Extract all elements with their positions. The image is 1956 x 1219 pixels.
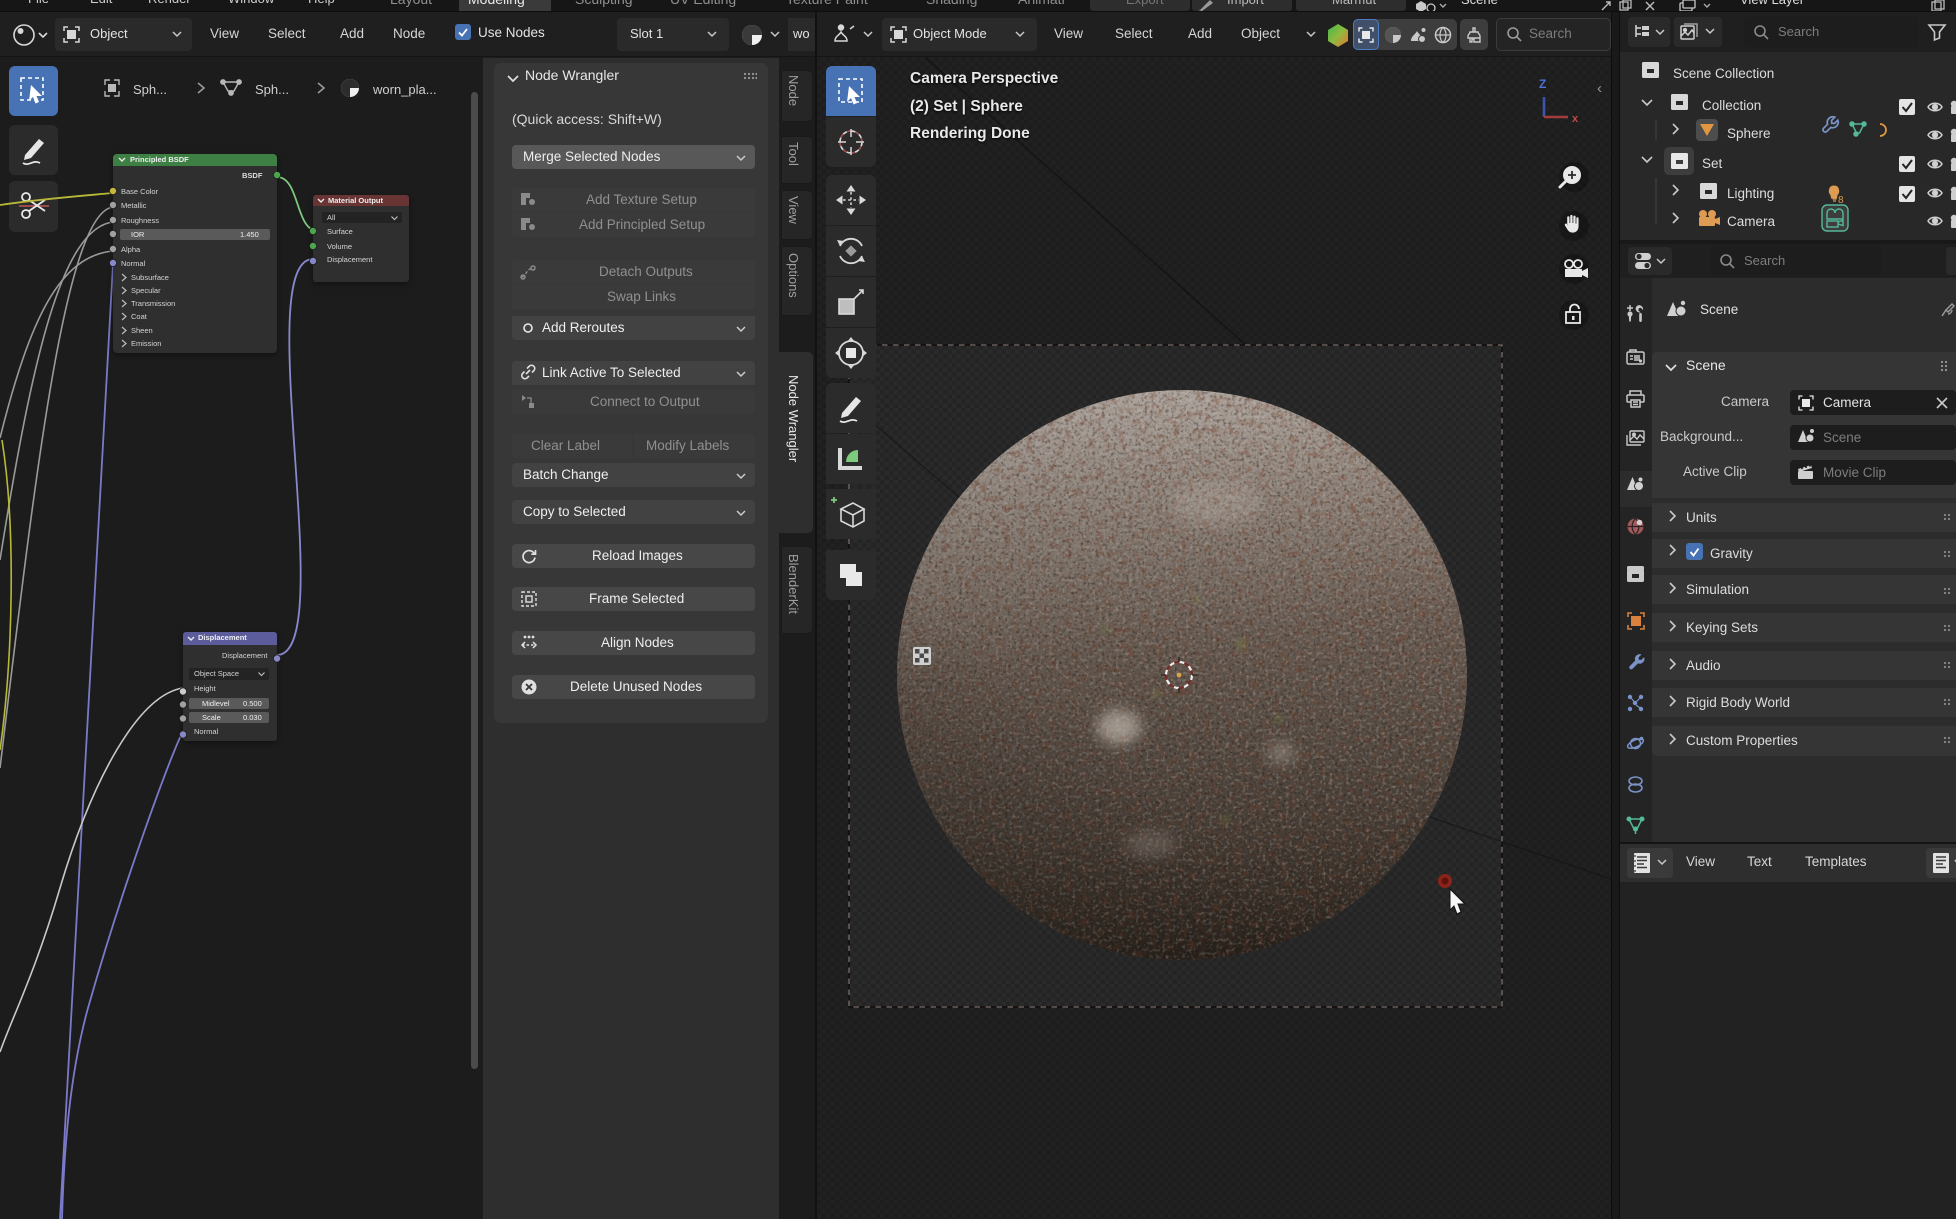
svg-text:Z: Z	[1539, 77, 1546, 91]
svg-text:Sphere: Sphere	[1727, 126, 1771, 141]
svg-text:Camera: Camera	[1727, 214, 1776, 229]
svg-text:Collection: Collection	[1702, 98, 1761, 113]
svg-text:Set: Set	[1702, 156, 1723, 171]
svg-text:Scene Collection: Scene Collection	[1673, 66, 1774, 81]
svg-text:Lighting: Lighting	[1727, 186, 1774, 201]
svg-text:x: x	[1572, 113, 1579, 125]
